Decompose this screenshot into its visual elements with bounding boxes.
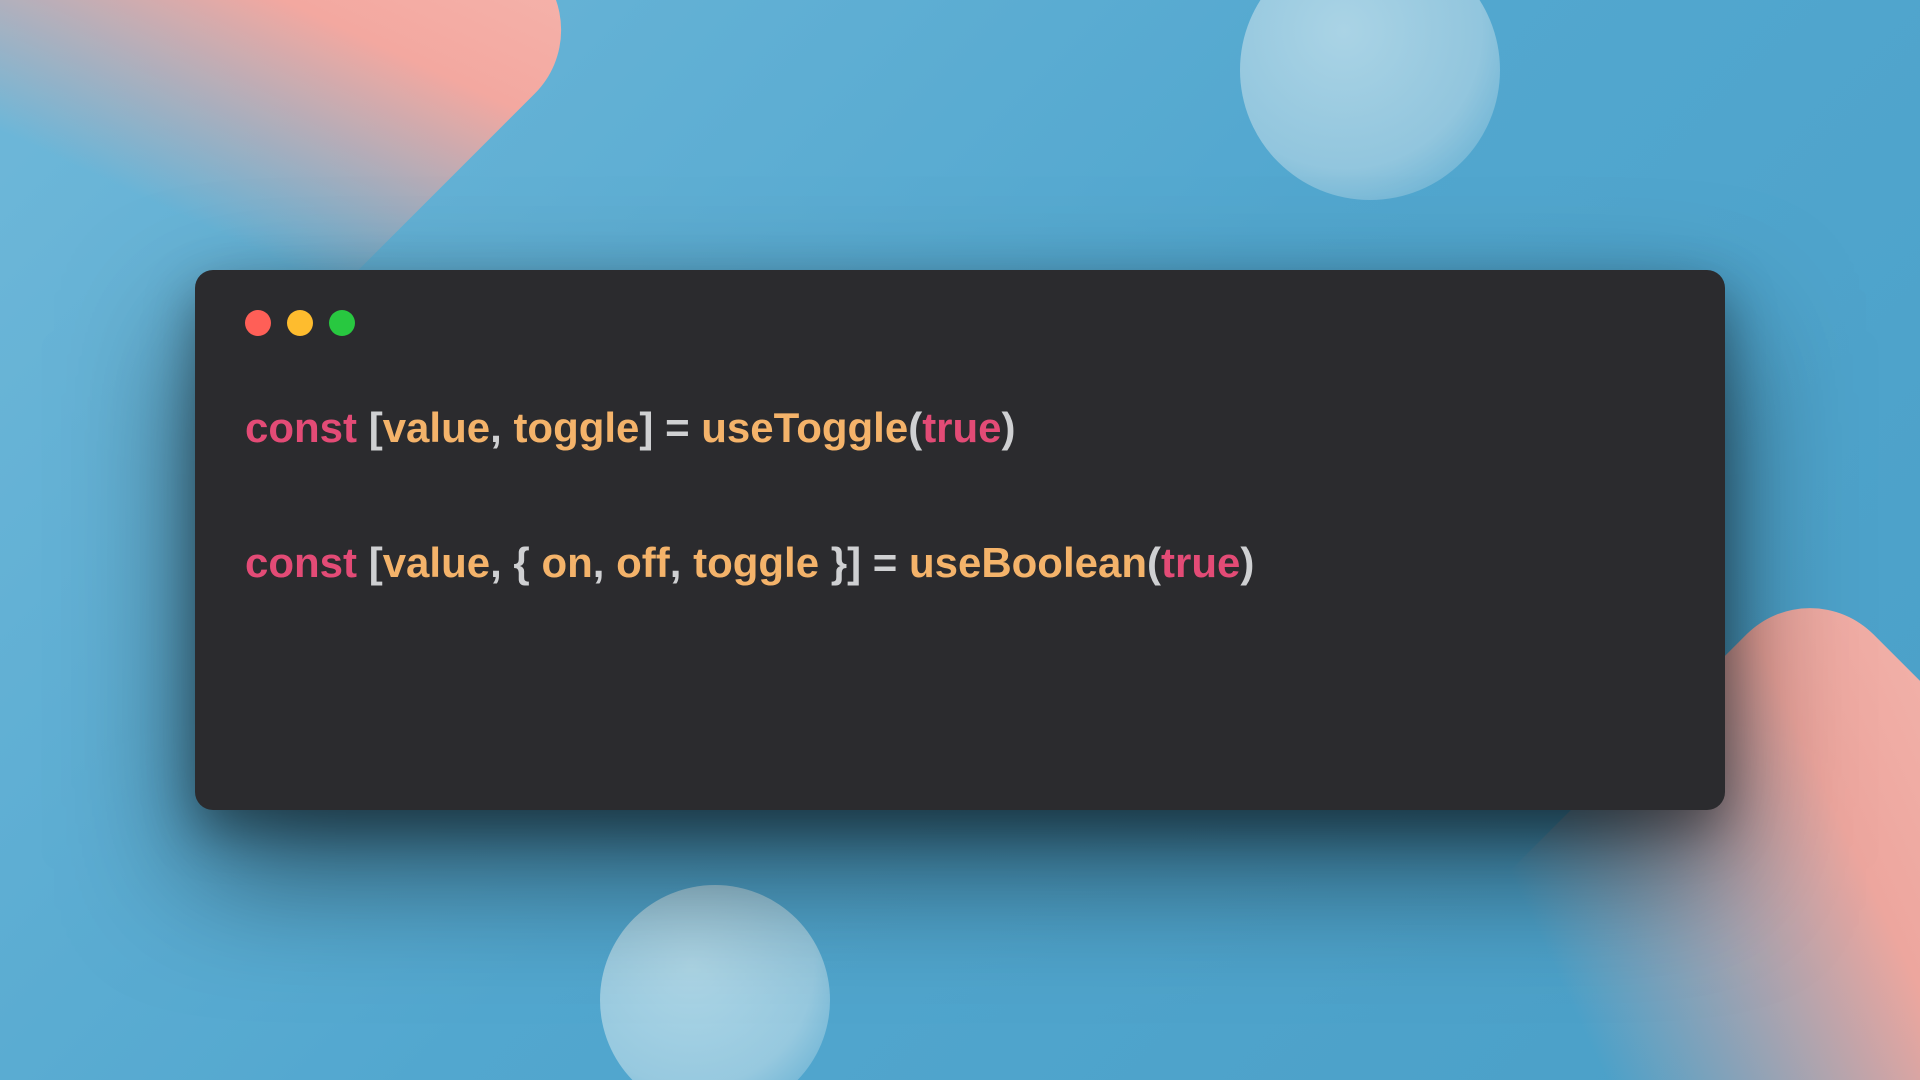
code-token-punc: }] = bbox=[819, 539, 909, 586]
code-token-punc: ) bbox=[1240, 539, 1254, 586]
code-token-func: useBoolean bbox=[909, 539, 1147, 586]
code-line: const [value, { on, off, toggle }] = use… bbox=[245, 531, 1675, 594]
code-token-punc: ) bbox=[1002, 404, 1016, 451]
code-token-variable: value bbox=[383, 539, 490, 586]
code-line: const [value, toggle] = useToggle(true) bbox=[245, 396, 1675, 459]
code-token-punc: [ bbox=[369, 404, 383, 451]
zoom-icon[interactable] bbox=[329, 310, 355, 336]
code-token-punc: ( bbox=[1147, 539, 1161, 586]
code-token-keyword: const bbox=[245, 539, 369, 586]
code-token-keyword: const bbox=[245, 404, 369, 451]
code-token-punc: [ bbox=[369, 539, 383, 586]
bg-circle-top-right bbox=[1240, 0, 1500, 200]
minimize-icon[interactable] bbox=[287, 310, 313, 336]
code-content: const [value, toggle] = useToggle(true)c… bbox=[245, 396, 1675, 594]
code-token-variable: off bbox=[616, 539, 670, 586]
code-token-punc: ( bbox=[908, 404, 922, 451]
code-token-bool: true bbox=[922, 404, 1001, 451]
code-token-punc: , bbox=[593, 539, 616, 586]
code-token-variable: value bbox=[383, 404, 490, 451]
code-token-punc: ] = bbox=[639, 404, 701, 451]
code-token-bool: true bbox=[1161, 539, 1240, 586]
code-token-punc: , bbox=[490, 404, 513, 451]
code-token-punc: , { bbox=[490, 539, 541, 586]
bg-circle-bottom-center bbox=[600, 885, 830, 1080]
close-icon[interactable] bbox=[245, 310, 271, 336]
code-editor-window: const [value, toggle] = useToggle(true)c… bbox=[195, 270, 1725, 810]
code-token-variable: on bbox=[541, 539, 592, 586]
code-token-punc: , bbox=[670, 539, 693, 586]
code-token-func: useToggle bbox=[701, 404, 908, 451]
code-token-variable: toggle bbox=[693, 539, 819, 586]
code-token-variable: toggle bbox=[513, 404, 639, 451]
window-controls bbox=[245, 310, 1675, 336]
